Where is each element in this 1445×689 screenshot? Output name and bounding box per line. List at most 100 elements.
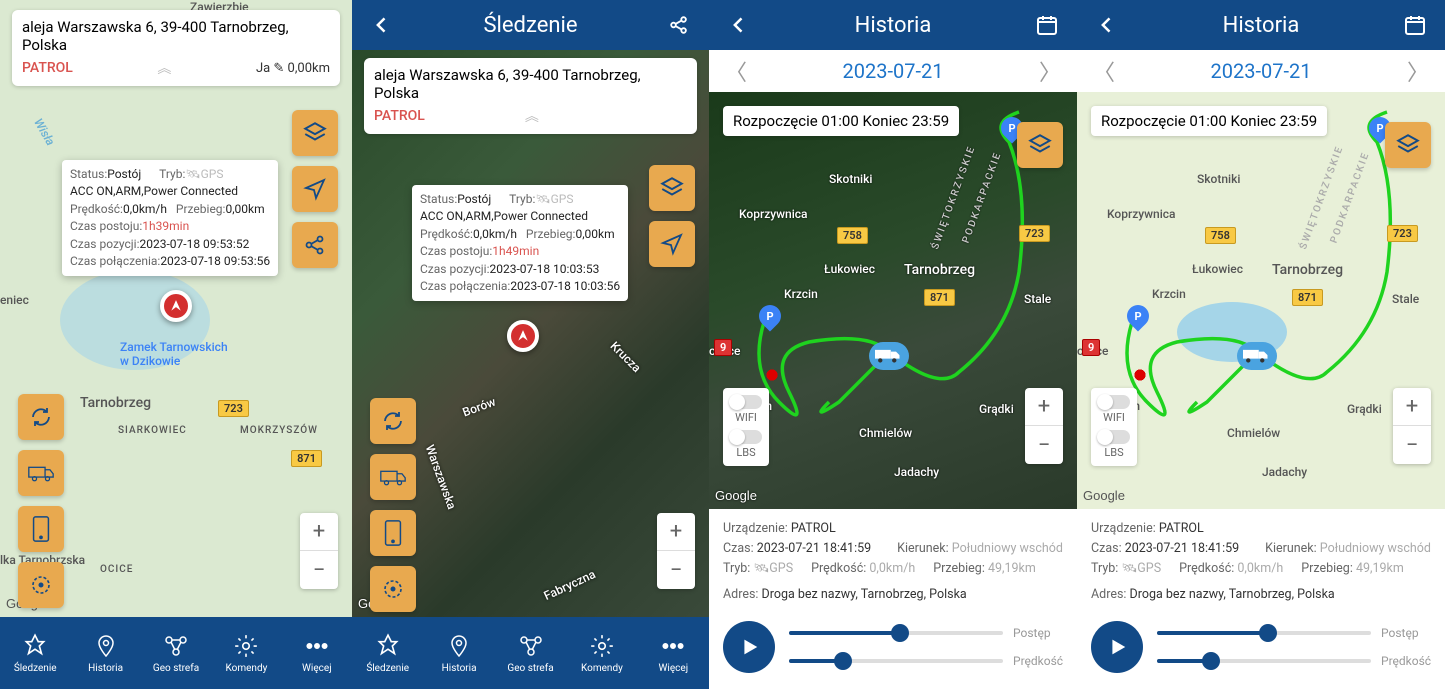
zoom-control[interactable]: + − [657,513,695,589]
nav-geofence[interactable]: Geo strefa [495,617,566,689]
parking-marker[interactable]: P [754,300,785,331]
date-label[interactable]: 2023-07-21 [1211,59,1312,83]
layers-button[interactable] [1017,122,1063,168]
zoom-control[interactable]: + − [300,513,338,589]
time-range-box[interactable]: Rozpoczęcie 01:00 Koniec 23:59 [1091,106,1327,136]
nav-tracking[interactable]: Śledzenie [352,617,423,689]
back-button[interactable] [1089,7,1125,43]
zoom-out-button[interactable]: − [1025,426,1063,464]
zoom-out-button[interactable]: − [300,551,338,589]
zoom-control[interactable]: + − [1025,388,1063,464]
refresh-button[interactable] [18,394,64,440]
parking-marker[interactable]: P [1122,300,1153,331]
history-info: Urządzenie: PATROL Czas: 2023-07-21 18:4… [709,509,1077,611]
vehicle-info-popup: Status:Postój Tryb:🛰GPS ACC ON,ARM,Power… [412,185,628,301]
header: Historia [1077,0,1445,50]
prev-date-button[interactable]: 〈 [1087,55,1121,87]
address-text: aleja Warszawska 6, 39-400 Tarnobrzeg, P… [374,66,687,102]
layer-toggle: WIFI LBS [1091,388,1137,466]
locate-button[interactable] [292,166,338,212]
vehicle-marker[interactable] [160,290,192,322]
collapse-icon[interactable]: ︽ [157,58,171,78]
nav-geofence[interactable]: Geo strefa [141,617,211,689]
zoom-out-button[interactable]: − [657,551,695,589]
truck-marker[interactable] [1237,342,1277,370]
address-box: aleja Warszawska 6, 39-400 Tarnobrzeg, P… [12,10,340,86]
calendar-button[interactable] [1397,7,1433,43]
refresh-button[interactable] [370,398,416,444]
lbs-toggle[interactable] [1098,430,1130,444]
zoom-control[interactable]: + − [1393,388,1431,464]
device-button[interactable] [370,510,416,556]
event-marker [759,362,785,388]
share-button[interactable] [292,222,338,268]
collapse-icon[interactable]: ︽ [525,106,539,126]
bottom-nav: Śledzenie Historia Geo strefa Komendy Wi… [352,617,709,689]
history-map-satellite[interactable]: Skotniki Koprzywnica Łukowiec Tarnobrzeg… [709,92,1077,509]
progress-slider[interactable] [1157,631,1371,635]
google-attribution: Google [1083,488,1125,503]
nav-more[interactable]: Więcej [282,617,352,689]
back-button[interactable] [364,7,400,43]
nav-commands[interactable]: Komendy [566,617,637,689]
share-header-button[interactable] [661,7,697,43]
patrol-label: PATROL [22,60,73,76]
lbs-toggle[interactable] [730,430,762,444]
layers-button[interactable] [292,110,338,156]
speed-slider[interactable] [789,659,1003,663]
progress-slider[interactable] [789,631,1003,635]
calendar-button[interactable] [1029,7,1065,43]
layer-toggle: WIFI LBS [723,388,769,466]
vehicle-info-popup: Status:Postój Tryb:🛰GPS ACC ON,ARM,Power… [62,160,278,276]
prev-date-button[interactable]: 〈 [719,55,753,87]
nav-tracking[interactable]: Śledzenie [0,617,70,689]
play-button[interactable] [1091,621,1143,673]
nav-history[interactable]: Historia [70,617,140,689]
vehicle-button[interactable] [370,454,416,500]
time-range-box[interactable]: Rozpoczęcie 01:00 Koniec 23:59 [723,106,959,136]
nav-history[interactable]: Historia [423,617,494,689]
geofence-button[interactable] [18,562,64,608]
wifi-toggle[interactable] [1098,395,1130,409]
next-date-button[interactable]: 〉 [1401,55,1435,87]
date-bar: 〈 2023-07-21 〉 [1077,50,1445,92]
vehicle-marker[interactable] [507,320,539,352]
playback-controls: Postęp Prędkość [709,611,1077,689]
header-title: Śledzenie [483,13,577,38]
back-button[interactable] [721,7,757,43]
address-text: aleja Warszawska 6, 39-400 Tarnobrzeg, P… [22,18,330,54]
layers-button[interactable] [649,165,695,211]
device-button[interactable] [18,506,64,552]
google-attribution: Google [715,488,757,503]
map-satellite[interactable]: Borów Krucza Warszawska Fabryczna aleja … [352,50,709,617]
truck-marker[interactable] [869,342,909,370]
header-title: Historia [855,13,932,38]
bottom-nav: Śledzenie Historia Geo strefa Komendy Wi… [0,617,352,689]
speed-slider[interactable] [1157,659,1371,663]
nav-more[interactable]: Więcej [638,617,709,689]
history-info: Urządzenie: PATROL Czas: 2023-07-21 18:4… [1077,509,1445,611]
history-map-light[interactable]: Skotniki Koprzywnica Łukowiec Tarnobrzeg… [1077,92,1445,509]
layers-button[interactable] [1385,122,1431,168]
next-date-button[interactable]: 〉 [1033,55,1067,87]
geofence-button[interactable] [370,566,416,612]
nav-commands[interactable]: Komendy [211,617,281,689]
wifi-toggle[interactable] [730,395,762,409]
vehicle-button[interactable] [18,450,64,496]
locate-button[interactable] [649,221,695,267]
header: Historia [709,0,1077,50]
header-title: Historia [1223,13,1300,38]
zoom-in-button[interactable]: + [1025,388,1063,426]
playback-controls: Postęp Prędkość [1077,611,1445,689]
header: Śledzenie [352,0,709,50]
zoom-in-button[interactable]: + [1393,388,1431,426]
address-box: aleja Warszawska 6, 39-400 Tarnobrzeg, P… [364,58,697,134]
zoom-out-button[interactable]: − [1393,426,1431,464]
zoom-in-button[interactable]: + [657,513,695,551]
date-bar: 〈 2023-07-21 〉 [709,50,1077,92]
zoom-in-button[interactable]: + [300,513,338,551]
patrol-label: PATROL [374,108,425,124]
play-button[interactable] [723,621,775,673]
map-light[interactable]: Tarnobrzeg SIARKOWIEC MOKRZYSZÓW OCICE Z… [0,0,352,617]
date-label[interactable]: 2023-07-21 [843,59,944,83]
